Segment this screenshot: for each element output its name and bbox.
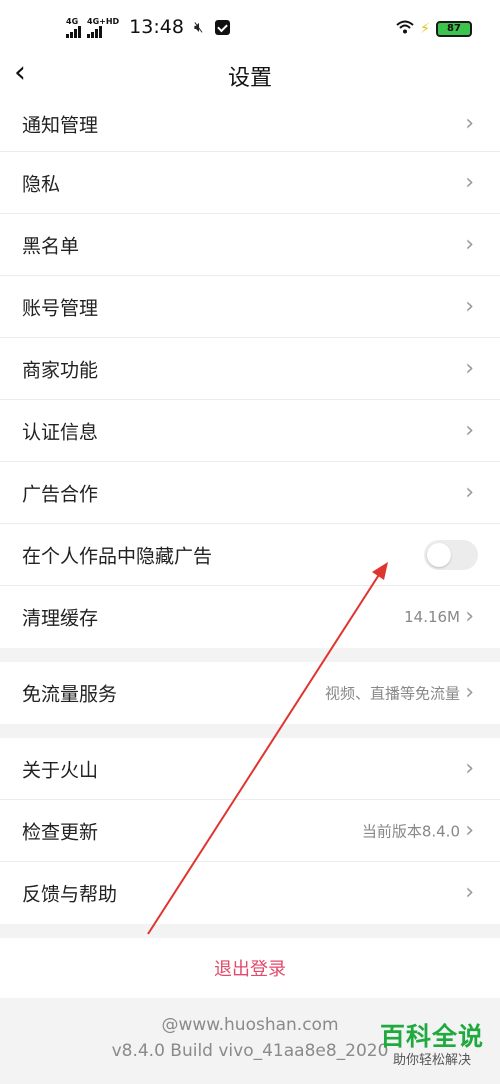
row-notification[interactable]: 通知管理 › — [0, 96, 500, 152]
chevron-right-icon: › — [465, 110, 474, 136]
row-free-data[interactable]: 免流量服务 视频、直播等免流量 › — [0, 662, 500, 724]
battery-icon: 87 — [436, 20, 472, 37]
row-hide-ads: 在个人作品中隐藏广告 — [0, 524, 500, 586]
status-bar: 4G 4G+HD 13:48 🔇︎ ⚡ 87 — [0, 0, 500, 56]
current-version: 当前版本8.4.0 — [361, 822, 460, 840]
signal-icon: 4G+HD — [87, 17, 119, 38]
status-right: ⚡ 87 — [396, 19, 472, 38]
watermark-title: 百科全说 — [379, 1022, 484, 1051]
mute-icon: 🔇︎ — [193, 18, 204, 36]
row-label: 反馈与帮助 — [22, 883, 118, 906]
chevron-right-icon: › — [465, 680, 474, 705]
network-type-1: 4G — [66, 16, 79, 26]
logout-button[interactable]: 退出登录 — [0, 938, 500, 998]
row-account[interactable]: 账号管理 › — [0, 276, 500, 338]
wifi-icon — [396, 19, 414, 38]
nav-bar: ‹ 设置 — [0, 56, 500, 96]
row-label: 通知管理 — [22, 114, 99, 136]
row-label: 商家功能 — [22, 359, 99, 381]
row-ads[interactable]: 广告合作 › — [0, 462, 500, 524]
hide-ads-toggle[interactable] — [424, 539, 478, 570]
row-about[interactable]: 关于火山 › — [0, 738, 500, 800]
row-check-update[interactable]: 检查更新 当前版本8.4.0 › — [0, 800, 500, 862]
row-label: 清理缓存 — [22, 607, 99, 630]
row-privacy[interactable]: 隐私 › — [0, 152, 500, 214]
chevron-right-icon: › — [465, 604, 474, 629]
chevron-right-icon: › — [465, 293, 474, 319]
row-label: 账号管理 — [22, 297, 99, 319]
watermark: 百科全说 助你轻松解决 — [380, 1022, 484, 1070]
chevron-right-icon: › — [465, 355, 474, 381]
free-data-desc: 视频、直播等免流量 — [324, 684, 460, 703]
row-clear-cache[interactable]: 清理缓存 14.16M › — [0, 586, 500, 648]
network-type-2: 4G+HD — [87, 16, 120, 26]
toggle-knob — [427, 542, 451, 567]
chevron-right-icon: › — [465, 880, 474, 905]
row-label: 在个人作品中隐藏广告 — [22, 545, 213, 567]
row-label: 广告合作 — [22, 483, 99, 505]
clock: 13:48 — [129, 16, 184, 38]
row-label: 黑名单 — [22, 235, 80, 257]
section-divider — [0, 648, 500, 662]
row-label: 检查更新 — [22, 821, 99, 843]
chevron-right-icon: › — [465, 231, 474, 257]
row-blacklist[interactable]: 黑名单 › — [0, 214, 500, 276]
row-label: 认证信息 — [22, 421, 99, 443]
page-title: 设置 — [227, 66, 272, 91]
row-merchant[interactable]: 商家功能 › — [0, 338, 500, 400]
section-divider — [0, 724, 500, 738]
row-label: 关于火山 — [22, 759, 99, 781]
chevron-right-icon: › — [465, 755, 474, 781]
chevron-right-icon: › — [465, 169, 474, 195]
row-label: 免流量服务 — [22, 683, 118, 706]
signal-icon: 4G — [66, 17, 81, 38]
charging-icon: ⚡ — [420, 20, 430, 37]
status-left: 4G 4G+HD 13:48 🔇︎ — [66, 16, 231, 38]
chevron-right-icon: › — [465, 417, 474, 443]
row-label: 隐私 — [22, 173, 61, 195]
row-feedback[interactable]: 反馈与帮助 › — [0, 862, 500, 924]
message-icon — [215, 19, 231, 35]
chevron-right-icon: › — [465, 479, 474, 505]
logout-label: 退出登录 — [214, 959, 286, 980]
cache-size: 14.16M — [404, 608, 460, 626]
row-verification[interactable]: 认证信息 › — [0, 400, 500, 462]
watermark-subtitle: 助你轻松解决 — [392, 1053, 471, 1068]
chevron-right-icon: › — [465, 817, 474, 843]
settings-list: 通知管理 › 隐私 › 黑名单 › 账号管理 › 商家功能 › 认证信息 › 广… — [0, 96, 500, 924]
